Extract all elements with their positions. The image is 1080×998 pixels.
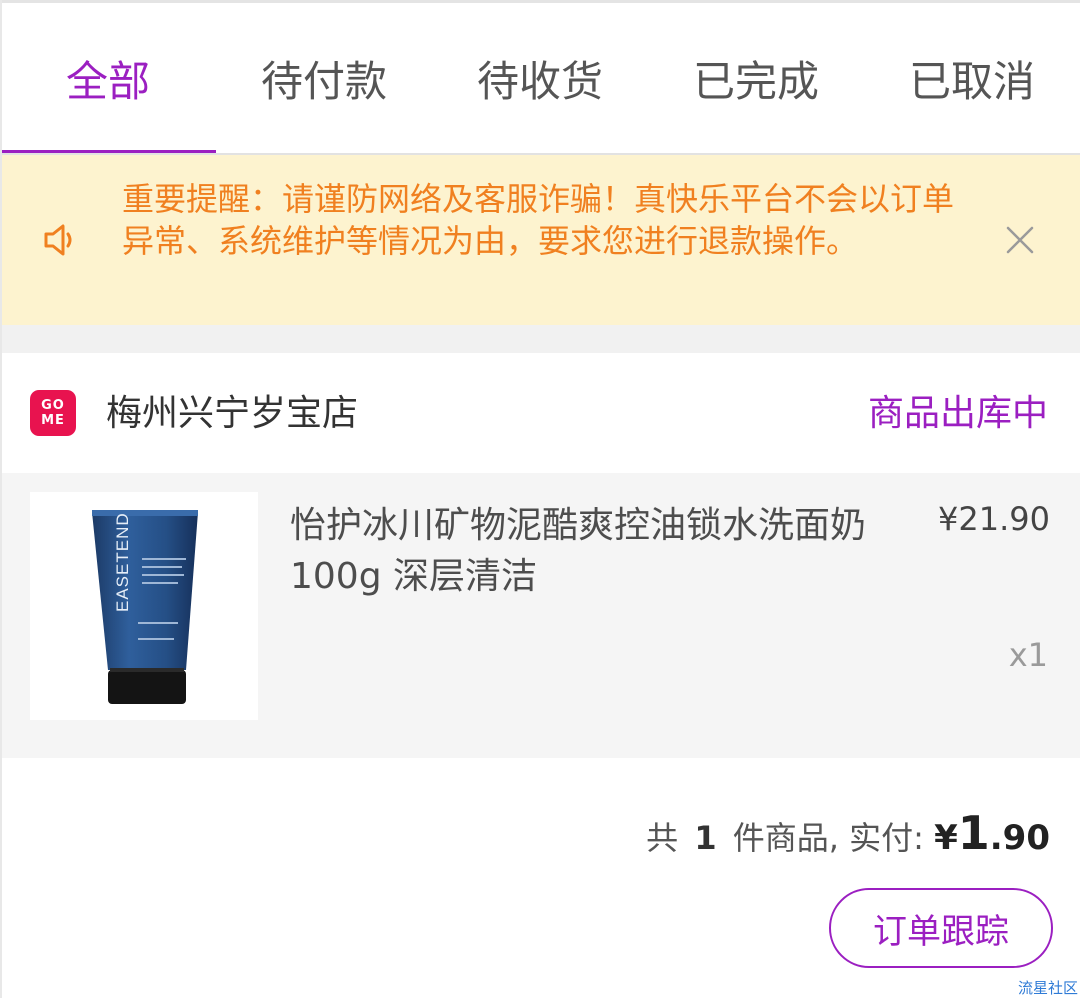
product-image: EASETEND [30,492,258,720]
tab-all[interactable]: 全部 [0,3,216,153]
close-icon[interactable] [1000,220,1040,260]
logo-text-top: GO [41,398,65,413]
paid-currency: ¥ [934,818,958,858]
store-name[interactable]: 梅州兴宁岁宝店 [106,390,358,438]
tab-label: 全部 [65,56,150,106]
tab-label: 已取消 [908,56,1035,106]
product-quantity: x1 [1008,636,1048,674]
tab-cancelled[interactable]: 已取消 [864,3,1080,153]
tab-label: 待付款 [260,56,387,106]
section-gap [0,325,1080,353]
store-logo: GO ME [30,390,76,436]
logo-text-bottom: ME [41,413,65,428]
item-count: 1 [694,819,717,857]
order-tabs: 全部 待付款 待收货 已完成 已取消 [0,3,1080,154]
notice-text: 重要提醒：请谨防网络及客服诈骗！真快乐平台不会以订单异常、系统维护等情况为由，要… [122,180,955,260]
product-tube-image: EASETEND [92,510,198,704]
watermark: 流星社区 [1017,979,1078,997]
summary-suffix: 件商品, 实付: [732,819,924,857]
tab-label: 待收货 [476,56,603,106]
tab-pending-payment[interactable]: 待付款 [216,3,432,153]
order-tracking-button[interactable]: 订单跟踪 [829,888,1053,968]
tab-completed[interactable]: 已完成 [648,3,864,153]
speaker-icon [44,224,72,256]
paid-amount-integer: 1 [957,806,990,860]
product-brand: EASETEND [113,512,132,612]
paid-amount-decimal: .90 [989,818,1050,858]
product-price: ¥21.90 [938,500,1050,538]
left-border [0,0,2,998]
order-status: 商品出库中 [867,393,1048,434]
product-title: 怡护冰川矿物泥酷爽控油锁水洗面奶100g 深层清洁 [290,505,867,597]
order-tracking-label: 订单跟踪 [873,911,1009,952]
tab-label: 已完成 [692,56,819,106]
tab-pending-receipt[interactable]: 待收货 [432,3,648,153]
summary-prefix: 共 [646,819,679,857]
order-summary: 共 1 件商品, 实付: ¥1.90 [646,804,1050,867]
